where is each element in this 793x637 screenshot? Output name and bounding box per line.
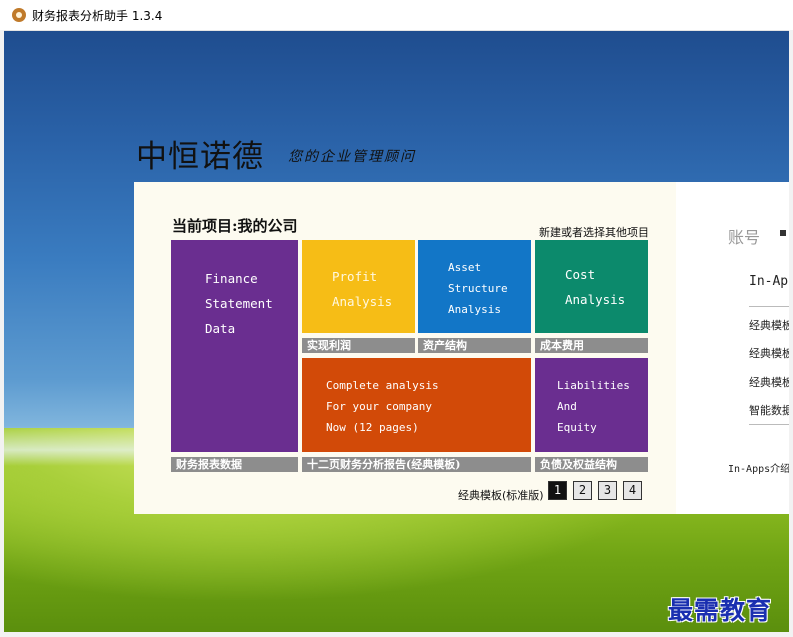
account-side-panel: 账号 In-App 经典模板 经典模板 经典模板 智能数据 In-Apps介绍	[676, 182, 789, 514]
asset-structure-analysis-tile[interactable]: Asset Structure Analysis	[418, 240, 531, 333]
tile-text-line: Cost	[565, 267, 596, 282]
page-button-2[interactable]: 2	[573, 481, 592, 500]
account-label: 账号	[728, 228, 761, 247]
tile-text-line: Now (12 pages)	[326, 421, 419, 434]
cost-analysis-tile[interactable]: Cost Analysis	[535, 240, 648, 333]
tile-text-line: Analysis	[448, 303, 501, 316]
finance-data-caption[interactable]: 财务报表数据	[171, 457, 298, 472]
tile-text-line: Profit	[332, 269, 378, 284]
main-panel: 当前项目:我的公司 新建或者选择其他项目 Finance Statement D…	[134, 182, 676, 514]
current-project-title: 当前项目:我的公司	[172, 217, 298, 235]
in-app-heading: In-App	[749, 274, 789, 289]
tile-text-line: Equity	[557, 421, 597, 434]
tile-text-line: Structure	[448, 282, 508, 295]
divider	[749, 306, 789, 307]
page-button-4[interactable]: 4	[623, 481, 642, 500]
side-item-smart-data[interactable]: 智能数据	[749, 402, 789, 418]
brand-name: 中恒诺德	[136, 139, 264, 175]
side-item-classic-template-1[interactable]: 经典模板	[749, 317, 789, 333]
window-border-bottom	[0, 632, 793, 637]
account-input-cursor[interactable]	[780, 230, 786, 236]
tile-text-line: Analysis	[332, 294, 393, 309]
window-title: 财务报表分析助手 1.3.4	[32, 9, 163, 23]
complete-report-caption[interactable]: 十二页财务分析报告(经典模板)	[302, 457, 531, 472]
profit-caption[interactable]: 实现利润	[302, 338, 415, 353]
tile-text-line: Complete analysis	[326, 379, 439, 392]
liabilities-equity-caption[interactable]: 负债及权益结构	[535, 457, 648, 472]
tile-text-line: Liabilities	[557, 379, 630, 392]
window-border-right	[789, 30, 793, 637]
side-item-classic-template-2[interactable]: 经典模板	[749, 345, 789, 361]
asset-structure-caption[interactable]: 资产结构	[418, 338, 531, 353]
in-apps-intro-link[interactable]: In-Apps介绍	[728, 460, 789, 475]
tile-text-line: Asset	[448, 261, 482, 274]
side-item-classic-template-3[interactable]: 经典模板	[749, 374, 789, 390]
page-button-1[interactable]: 1	[548, 481, 567, 500]
page-button-3[interactable]: 3	[598, 481, 617, 500]
brand-slogan: 您的企业管理顾问	[288, 149, 416, 165]
tile-text-line: Data	[205, 321, 236, 336]
tile-text-line: Finance	[205, 271, 258, 286]
tile-text-line: Statement	[205, 296, 273, 311]
tile-text-line: Analysis	[565, 292, 626, 307]
finance-statement-data-tile[interactable]: Finance Statement Data	[171, 240, 298, 452]
liabilities-equity-tile[interactable]: Liabilities And Equity	[535, 358, 648, 452]
new-or-select-project-link[interactable]: 新建或者选择其他项目	[539, 224, 649, 240]
cost-caption[interactable]: 成本费用	[535, 338, 648, 353]
profit-analysis-tile[interactable]: Profit Analysis	[302, 240, 415, 333]
complete-analysis-tile[interactable]: Complete analysis For your company Now (…	[302, 358, 531, 452]
app-logo-icon	[12, 8, 26, 22]
tile-text-line: For your company	[326, 400, 432, 413]
title-bar: 财务报表分析助手 1.3.4	[0, 0, 793, 31]
tile-text-line: And	[557, 400, 577, 413]
template-label: 经典模板(标准版)	[458, 489, 544, 502]
divider	[749, 424, 789, 425]
watermark-text: 最需教育	[668, 596, 773, 625]
